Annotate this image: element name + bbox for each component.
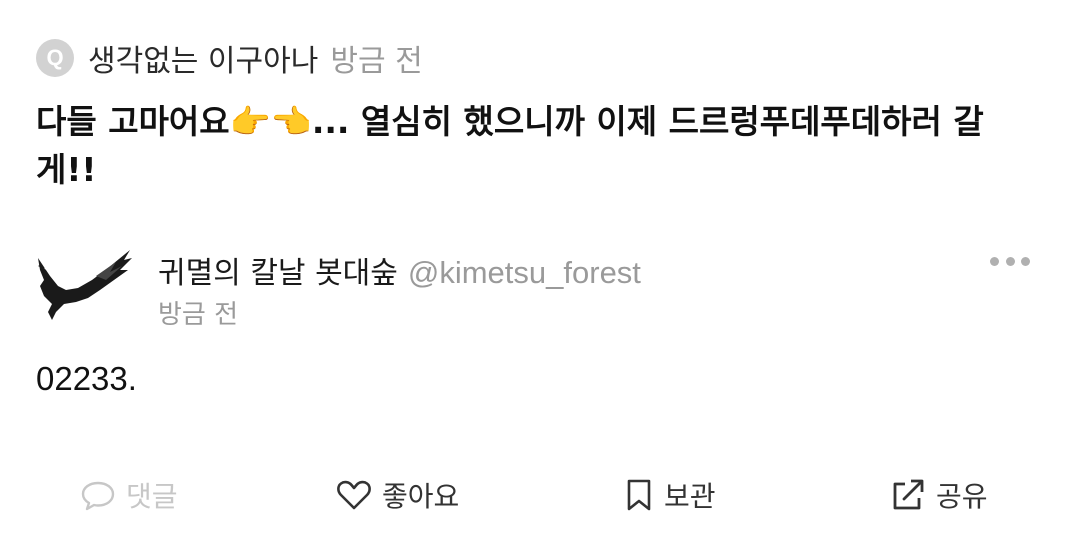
question-timestamp: 방금 전 (330, 44, 423, 79)
more-dots-icon[interactable] (990, 254, 1030, 268)
dot (990, 256, 999, 266)
action-bar: 댓글 좋아요 보관 공유 (0, 470, 1080, 520)
comment-button[interactable]: 댓글 (80, 470, 178, 520)
answer-header: 귀멸의 칼날 봇대숲 @kimetsu_forest 방금 전 (36, 240, 1046, 330)
author-handle[interactable]: @kimetsu_forest (408, 255, 641, 290)
answer-text: 02233. (36, 360, 137, 397)
asker-name: 생각없는 이구아나 (88, 44, 319, 79)
bookmark-icon (627, 479, 651, 511)
heart-icon (337, 480, 371, 510)
like-button[interactable]: 좋아요 (336, 470, 459, 520)
dot (1021, 256, 1030, 266)
like-label: 좋아요 (382, 480, 460, 513)
share-label: 공유 (936, 480, 988, 513)
author-line: 귀멸의 칼날 봇대숲 @kimetsu_forest (158, 248, 641, 292)
avatar[interactable] (36, 246, 136, 322)
comment-label: 댓글 (126, 480, 178, 513)
q-badge-icon: Q (36, 39, 74, 77)
peing-card: Q 생각없는 이구아나 방금 전 다들 고마어요👉👈... 열심히 했으니까 이… (0, 0, 1080, 550)
crow-avatar (38, 250, 132, 320)
question-header: Q 생각없는 이구아나 방금 전 (36, 36, 423, 80)
dot (1005, 256, 1015, 266)
save-label: 보관 (664, 480, 716, 513)
answer-timestamp: 방금 전 (158, 300, 239, 330)
question-text: 다들 고마어요👉👈... 열심히 했으니까 이제 드르렁푸데푸데하러 갈게!! (36, 102, 984, 189)
save-button[interactable]: 보관 (624, 470, 716, 520)
share-button[interactable]: 공유 (890, 470, 988, 520)
author-name[interactable]: 귀멸의 칼날 봇대숲 (158, 256, 398, 291)
share-arrow-icon (893, 479, 924, 510)
speech-bubble-icon (81, 481, 115, 511)
